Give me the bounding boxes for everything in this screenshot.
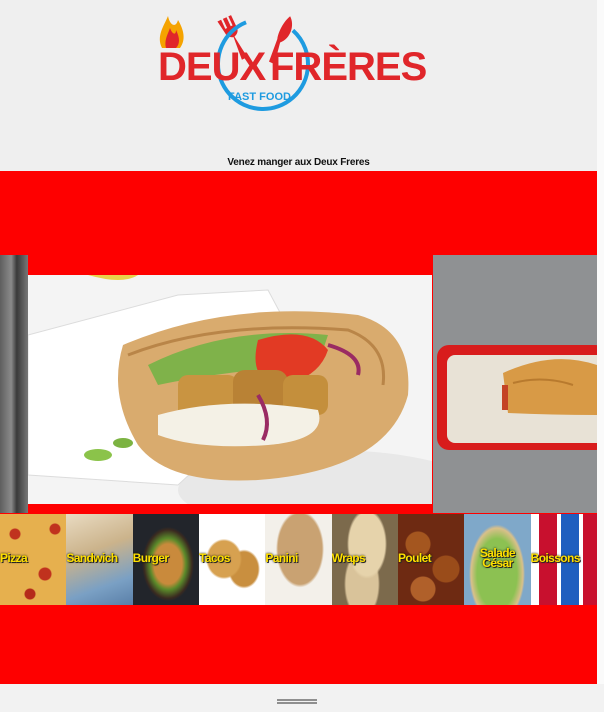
category-wraps[interactable]: Wraps [331, 514, 398, 605]
category-label: Pizza [0, 551, 28, 565]
category-panini[interactable]: Panini [265, 514, 332, 605]
category-strip: Pizza Sandwich Burger Tacos Panini Wraps… [0, 514, 597, 605]
category-tacos[interactable]: Tacos [198, 514, 266, 605]
category-burger[interactable]: Burger [132, 514, 199, 605]
svg-text:DEUX: DEUX [158, 45, 266, 89]
vertical-scrollbar[interactable] [597, 0, 604, 690]
carousel-slide-next[interactable] [433, 255, 597, 513]
bottom-sheet-bar [0, 684, 604, 712]
category-label: Poulet [397, 551, 432, 565]
brand-logo[interactable]: DEUX FRÈRES FAST FOOD [150, 8, 450, 120]
category-sandwich[interactable]: Sandwich [66, 514, 133, 605]
category-label: Panini [265, 551, 298, 565]
drag-handle-icon[interactable] [277, 699, 317, 704]
chicken-pita-image [28, 275, 432, 504]
category-label: Sandwich [66, 551, 118, 565]
category-poulet[interactable]: Poulet [397, 514, 465, 605]
carousel-slide-current[interactable] [28, 275, 432, 510]
svg-text:FRÈRES: FRÈRES [270, 44, 427, 89]
category-label: Salade César [479, 546, 516, 570]
logo-graphic: DEUX FRÈRES FAST FOOD [158, 15, 428, 111]
category-boissons[interactable]: Boissons [530, 514, 597, 605]
category-label: Burger [132, 551, 169, 565]
tagline: Venez manger aux Deux Freres [227, 157, 370, 168]
category-pizza[interactable]: Pizza [0, 514, 67, 605]
category-label: Tacos [198, 551, 230, 565]
svg-text:FAST FOOD: FAST FOOD [228, 91, 291, 103]
image-carousel[interactable] [0, 255, 597, 513]
category-salade-cesar[interactable]: Salade César [464, 514, 531, 605]
carousel-slide-previous[interactable] [0, 255, 28, 513]
category-label: Boissons [530, 551, 581, 565]
panini-tray-image [433, 255, 597, 513]
category-label: Wraps [331, 551, 366, 565]
